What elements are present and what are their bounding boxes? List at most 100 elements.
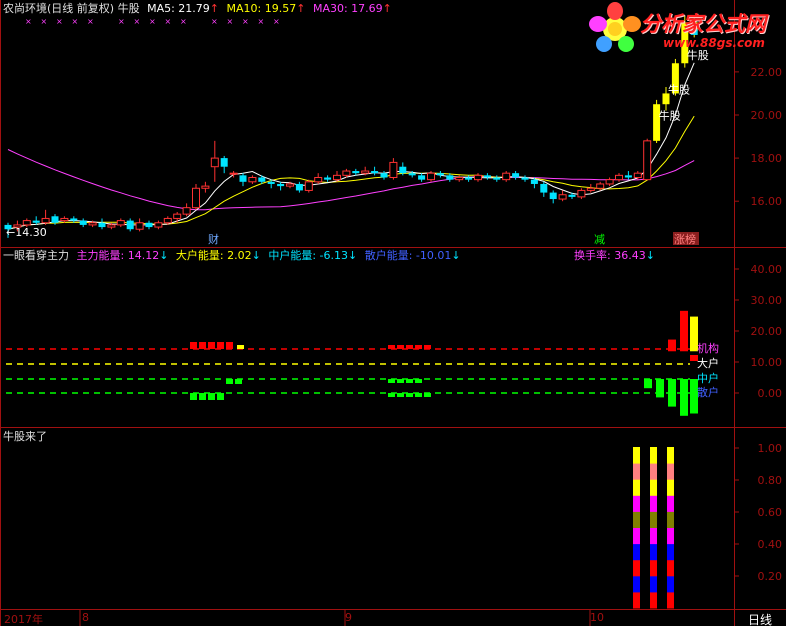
candle-body: [248, 176, 257, 183]
signal-bar-segment: [650, 575, 657, 593]
main-energy-bar: [190, 342, 197, 349]
chart-title: 农尚环境(日线 前复权) 牛股: [3, 2, 140, 15]
candle-body: [107, 224, 116, 228]
candle-body: [277, 183, 285, 187]
bull-signal-panel[interactable]: [633, 447, 674, 609]
indicator-name: 一眼看穿主力: [3, 249, 69, 262]
mid-energy-bar: [415, 379, 422, 383]
signal-marker: ×: [56, 17, 63, 26]
candle-body: [568, 194, 576, 197]
signal-marker: ×: [165, 17, 172, 26]
main-energy-bar: [217, 342, 224, 349]
main-energy-bar: [680, 310, 688, 352]
signal-bar-segment: [633, 543, 640, 561]
candle-body: [380, 173, 388, 178]
candle-body: [558, 194, 567, 200]
retail-energy-bar: [406, 393, 413, 397]
candle-body: [389, 161, 398, 178]
retail-energy-bar: [199, 393, 206, 400]
signal-marker: ×: [227, 17, 234, 26]
candle-body: [342, 170, 351, 176]
signal-marker: ×: [273, 17, 280, 26]
signal-bar-segment: [633, 527, 640, 545]
signal-name: 牛股来了: [3, 430, 47, 443]
candle-body: [79, 220, 87, 225]
logo-url: www.88gs.com: [663, 36, 765, 50]
signal-tick-label: 0.60: [758, 506, 783, 519]
candle-body: [615, 174, 623, 181]
time-label-aug: 8: [82, 611, 89, 624]
candle-body: [98, 222, 106, 228]
candle-body: [577, 189, 586, 198]
turnover-label: 换手率: 36.43: [574, 249, 646, 262]
candle-body: [201, 185, 210, 189]
retail-energy-bar: [656, 379, 664, 398]
candle-body: [304, 181, 313, 191]
candle-body: [173, 213, 182, 219]
signal-marker: ×: [211, 17, 218, 26]
signal-marker: ×: [242, 17, 249, 26]
indicator-tick-label: 40.00: [751, 263, 783, 276]
signal-bar-segment: [650, 495, 657, 512]
series-label: 机构: [697, 341, 719, 355]
main-energy-label: 主力能量: 14.12: [76, 249, 160, 262]
signal-bar-segment: [650, 559, 657, 577]
low-price-label: ←14.30: [6, 226, 47, 239]
ma10-arrow: ↑: [296, 2, 306, 15]
main-energy-bar: [397, 345, 404, 349]
indicator-tick-label: 0.00: [758, 387, 783, 400]
stock-chart-window: × × × × × × × × × × × × × × × 牛股 牛股 牛股 ←14.30 财减涨榜 机构 大户 中户 散户…: [0, 0, 786, 626]
signal-bar-segment: [633, 591, 640, 609]
main-energy-bar: [415, 345, 422, 349]
big-energy-label: 大户能量: 2.02: [175, 249, 252, 262]
main-energy-bar: [199, 342, 206, 349]
candle-body: [239, 175, 247, 182]
ma30-label: MA30: 17.69: [312, 2, 383, 15]
main-energy-bar: [226, 342, 233, 349]
indicator-tick-label: 30.00: [751, 294, 783, 307]
period-button[interactable]: 日线: [748, 611, 772, 626]
candle-body: [88, 222, 97, 226]
signal-bar-segment: [650, 511, 657, 528]
mid-energy-bar: [226, 379, 233, 384]
signal-marker: ×: [41, 17, 48, 26]
candle-body: [324, 177, 332, 180]
candle-body: [643, 140, 652, 181]
candle-body: [408, 173, 416, 176]
candle-body: [427, 172, 435, 181]
signal-bar-segment: [633, 447, 640, 464]
retail-energy-bar: [680, 379, 688, 416]
signal-header: 牛股来了: [3, 430, 47, 444]
ma10-line: [7, 115, 695, 230]
retail-energy-bar: [424, 393, 431, 397]
candle-body: [418, 175, 426, 180]
main-energy-bar: [237, 345, 244, 349]
signal-bar-segment: [650, 447, 657, 464]
site-logo: 分析家公式网 www.88gs.com: [585, 2, 783, 56]
signal-bar-segment: [667, 463, 674, 480]
retail-energy-bar: [397, 393, 404, 397]
energy-indicator-panel[interactable]: 机构大户中户散户: [6, 310, 719, 416]
candle-body: [474, 174, 482, 181]
signal-bar-segment: [633, 575, 640, 593]
series-label: 散户: [697, 385, 719, 399]
candle-body: [605, 179, 614, 185]
candle-body: [60, 217, 69, 222]
candle-body: [32, 220, 40, 223]
candle-body: [446, 175, 454, 180]
indicator-tick-label: 10.00: [751, 356, 783, 369]
ma5-label: MA5: 21.79: [147, 2, 210, 15]
retail-energy-bar: [668, 379, 676, 407]
chart-canvas[interactable]: × × × × × × × × × × × × × × ×牛股牛股牛股←14.30财减涨榜 机构大户中户散户…: [0, 0, 786, 626]
candle-body: [229, 172, 238, 175]
retail-energy-bar: [217, 393, 224, 400]
price-tick-label: 16.00: [751, 195, 783, 208]
turnover-label-wrap: 换手率: 36.43↓: [574, 249, 655, 263]
signal-tick-label: 0.20: [758, 570, 783, 583]
candle-body: [70, 218, 78, 221]
ma30-line: [7, 149, 695, 211]
signal-bar-segment: [650, 463, 657, 480]
signal-bar-segment: [633, 463, 640, 480]
price-tick-label: 18.00: [751, 152, 783, 165]
candle-body: [493, 177, 501, 180]
